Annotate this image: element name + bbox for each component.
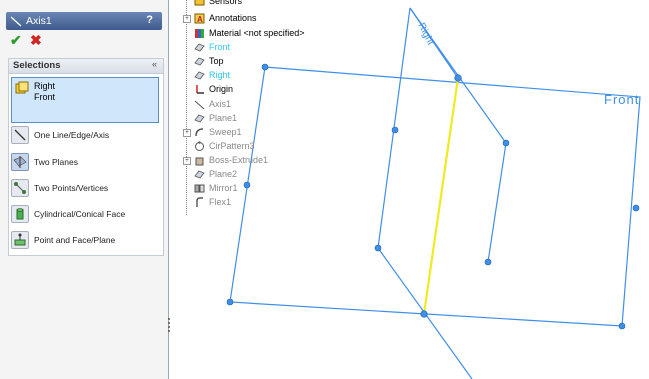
tree-item[interactable]: Sensors [183, 0, 363, 7]
axis-icon [194, 100, 205, 110]
tree-item[interactable]: Front [183, 42, 363, 53]
flex-icon [196, 197, 203, 207]
tree-item-label: Plane2 [209, 169, 238, 179]
tree-item[interactable]: Mirror1 [183, 183, 363, 194]
material-icon [195, 29, 204, 38]
plane-icon [194, 114, 205, 123]
tree-item[interactable]: Top [183, 56, 363, 67]
tree-item[interactable]: Plane1 [183, 113, 363, 124]
tree-item-label: Sensors [209, 0, 243, 6]
pattern-icon [195, 141, 204, 151]
svg-text:A: A [197, 15, 203, 24]
plane-handle[interactable] [618, 322, 626, 330]
axis-preview-line [422, 77, 460, 315]
tree-item-label: CirPattern3 [209, 141, 255, 151]
plane-handle[interactable] [374, 244, 382, 252]
sensors-icon [194, 0, 205, 6]
front-plane-label: Front [604, 92, 639, 107]
plane-icon [194, 170, 205, 179]
plane-handle[interactable] [420, 310, 428, 318]
right-plane-edge [409, 7, 459, 79]
plane-handle[interactable] [632, 204, 640, 212]
extrude-icon [195, 157, 204, 166]
plane-icon [194, 71, 205, 80]
tree-item-label: Right [209, 70, 231, 80]
expand-icon[interactable]: + [183, 15, 191, 23]
tree-item[interactable]: Right [183, 70, 363, 81]
plane-icon [194, 43, 205, 52]
tree-item[interactable]: + A Annotations [183, 13, 363, 24]
tree-item[interactable]: Axis1 [183, 99, 363, 110]
expand-icon[interactable]: + [183, 157, 191, 165]
mirror-icon [194, 184, 205, 193]
tree-item[interactable]: Plane2 [183, 169, 363, 180]
plane-icon [194, 57, 205, 66]
plane-handle[interactable] [502, 139, 510, 147]
tree-item-label: Front [209, 42, 231, 52]
origin-icon [196, 85, 204, 94]
tree-item-label: Annotations [209, 13, 257, 23]
tree-item-label: Boss-Extrude1 [209, 155, 269, 165]
plane-handle[interactable] [226, 298, 234, 306]
tree-item-label: Sweep1 [209, 127, 242, 137]
plane-handle[interactable] [454, 74, 462, 82]
tree-item-label: Mirror1 [209, 183, 238, 193]
annotations-icon: A [194, 13, 205, 24]
tree-item-label: Top [209, 56, 224, 66]
right-plane-edge [409, 7, 507, 263]
expand-icon[interactable]: + [183, 129, 191, 137]
tree-item[interactable]: CirPattern3 [183, 141, 363, 152]
plane-handle[interactable] [391, 126, 399, 134]
tree-item[interactable]: Material <not specified> [183, 28, 363, 39]
tree-item[interactable]: Flex1 [183, 197, 363, 208]
right-plane[interactable] [377, 7, 473, 379]
tree-item-label: Plane1 [209, 113, 238, 123]
plane-handle[interactable] [484, 258, 492, 266]
tree-item-label: Origin [209, 84, 234, 94]
feature-manager-tree: Sensors + A Annotations Material <not specif… [183, 0, 363, 230]
tree-item-label: Axis1 [209, 99, 232, 109]
tree-item-label: Material <not specified> [209, 28, 305, 38]
tree-item-label: Flex1 [209, 197, 232, 207]
tree-item[interactable]: + Sweep1 [183, 127, 363, 138]
sweep-icon [195, 128, 204, 137]
tree-item[interactable]: + Boss-Extrude1 [183, 155, 363, 166]
tree-item[interactable]: Origin [183, 84, 363, 95]
right-plane-label: Right [415, 21, 436, 47]
